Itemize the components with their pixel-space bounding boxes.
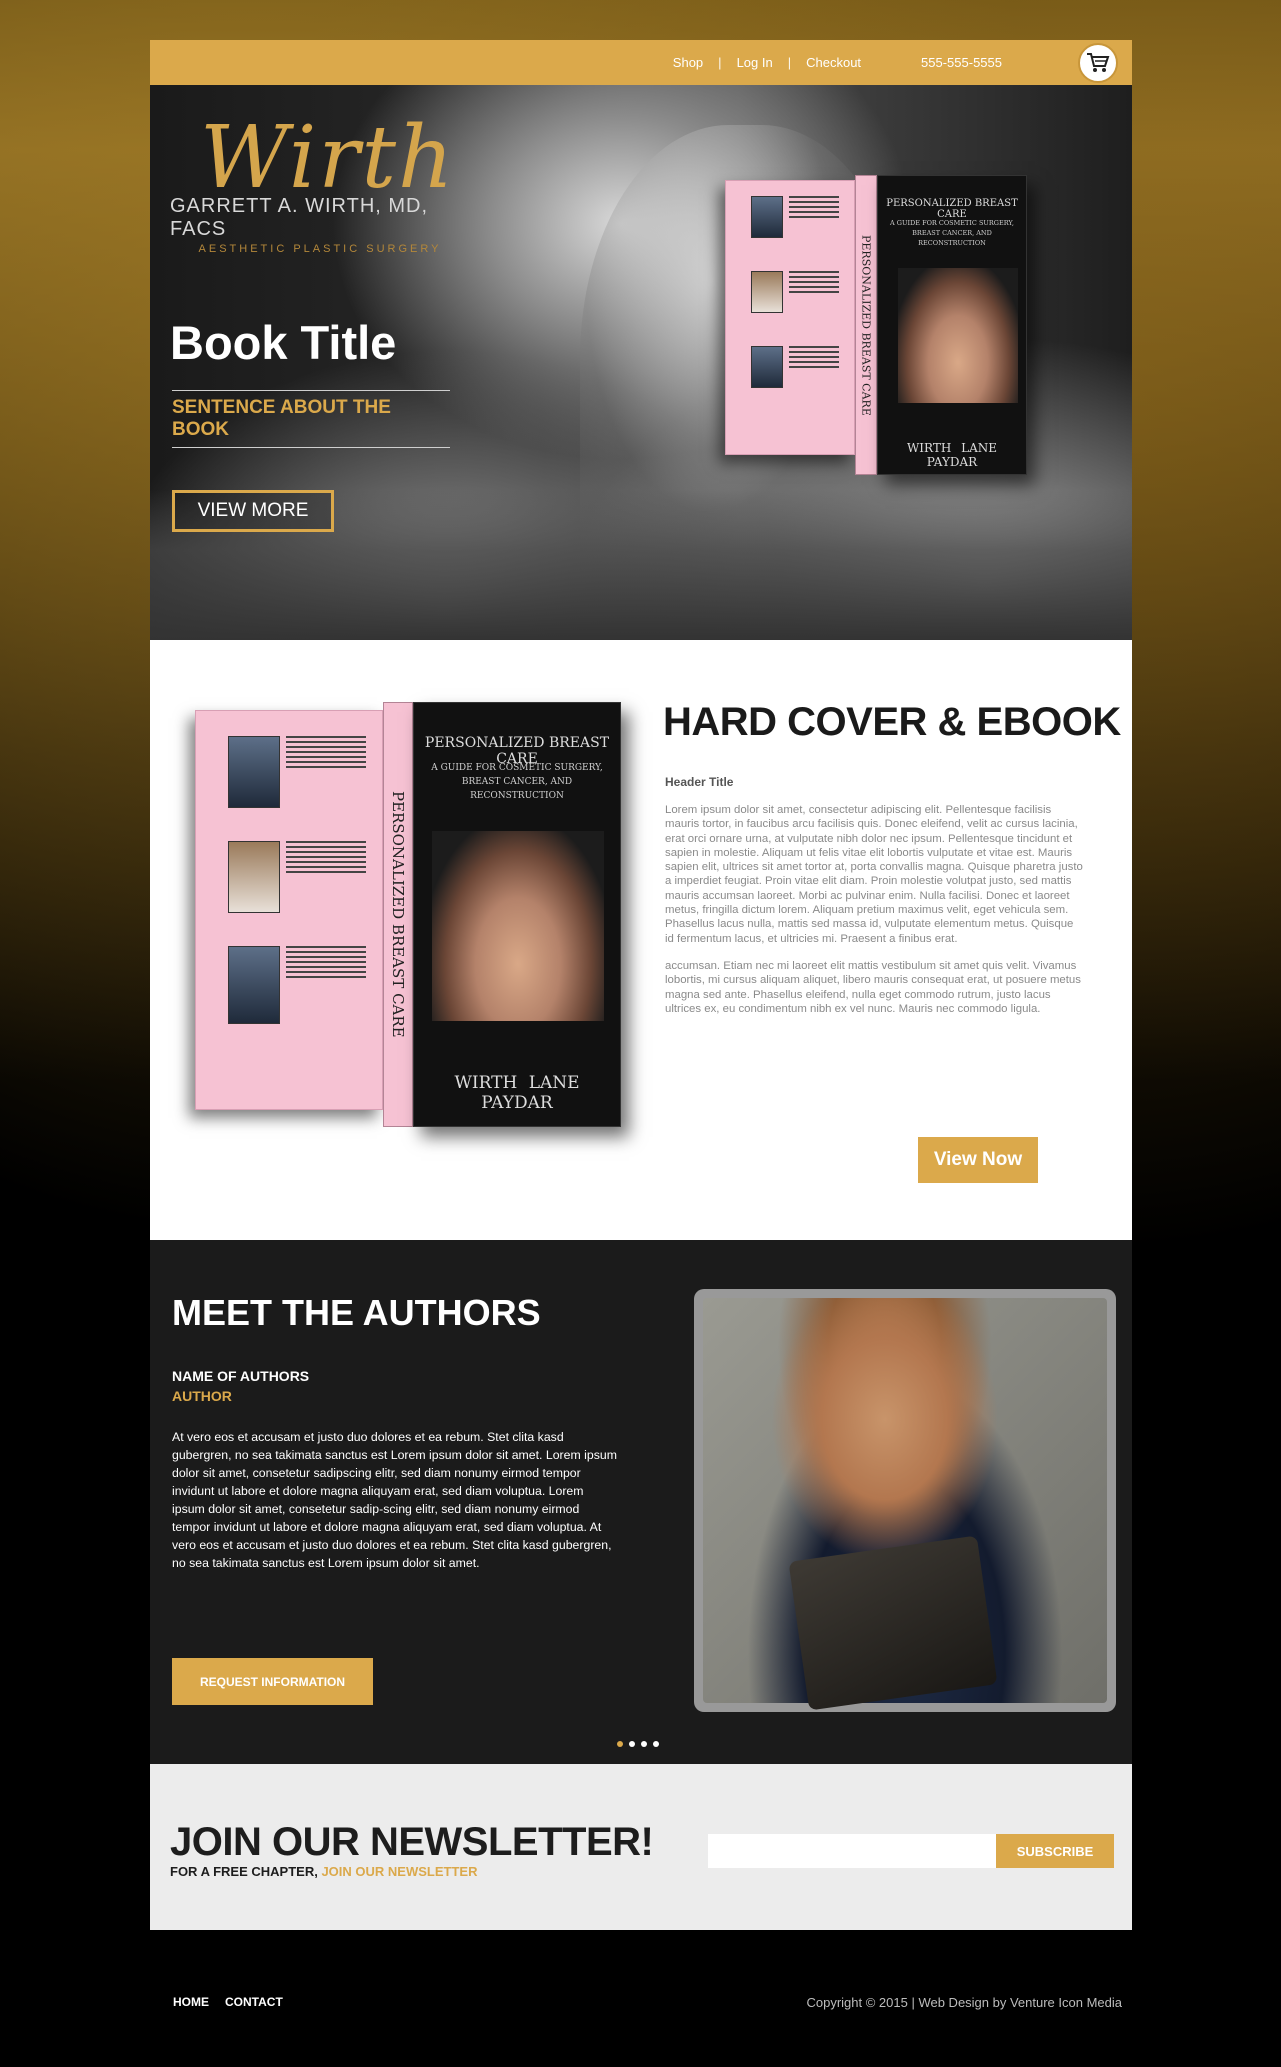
newsletter-title: JOIN OUR NEWSLETTER!	[170, 1820, 654, 1864]
footer: HOME CONTACT Copyright © 2015 | Web Desi…	[150, 1990, 1132, 2014]
top-nav: Shop | Log In | Checkout	[673, 55, 861, 70]
book-cover-authors: WIRTH LANE PAYDAR	[906, 441, 998, 469]
footer-home-link[interactable]: HOME	[173, 1995, 209, 2009]
book-spine: PERSONALIZED BREAST CARE	[383, 702, 413, 1127]
author-bio	[228, 946, 366, 1024]
newsletter-email-input[interactable]	[708, 1834, 996, 1868]
carousel-dot[interactable]	[653, 1741, 659, 1747]
shopping-cart-icon	[1087, 53, 1110, 72]
subscribe-button[interactable]: SUBSCRIBE	[996, 1834, 1114, 1868]
newsletter-sub-prefix: FOR A FREE CHAPTER,	[170, 1864, 318, 1879]
view-now-button[interactable]: View Now	[918, 1137, 1038, 1183]
view-more-button[interactable]: VIEW MORE	[172, 490, 334, 532]
hardcover-paragraph: accumsan. Etiam nec mi laoreet elit matt…	[665, 959, 1081, 1015]
carousel-dot[interactable]	[641, 1741, 647, 1747]
author-bio	[228, 841, 366, 913]
book-cover: PERSONALIZED BREAST CARE A GUIDE FOR COS…	[413, 702, 621, 1127]
carousel-dots	[617, 1741, 659, 1747]
hardcover-body: Lorem ipsum dolor sit amet, consectetur …	[665, 803, 1083, 1016]
author-bio	[751, 271, 839, 313]
copyright-text: Copyright © 2015 | Web Design by Venture…	[806, 1995, 1122, 2010]
footer-nav: HOME CONTACT	[173, 1995, 283, 2009]
carousel-dot[interactable]	[629, 1741, 635, 1747]
author-bio	[751, 346, 839, 388]
top-bar: Shop | Log In | Checkout 555-555-5555	[150, 40, 1132, 85]
book-spine-title: PERSONALIZED BREAST CARE	[389, 791, 407, 1038]
authors-photo-book	[788, 1535, 998, 1711]
authors-role: AUTHOR	[172, 1388, 232, 1404]
author-photo	[751, 346, 783, 388]
page-container: Shop | Log In | Checkout 555-555-5555 Wi…	[150, 40, 1132, 1930]
cart-button[interactable]	[1078, 43, 1118, 83]
hero-book-title: Book Title	[170, 316, 397, 369]
request-information-button[interactable]: REQUEST INFORMATION	[172, 1658, 373, 1705]
book-cover-subtitle: A GUIDE FOR COSMETIC SURGERY, BREAST CAN…	[431, 763, 603, 801]
phone-number[interactable]: 555-555-5555	[921, 55, 1002, 70]
logo-name: GARRETT A. WIRTH, MD, FACS	[170, 195, 429, 240]
book-cover-image	[898, 268, 1018, 403]
hardcover-paragraph: Lorem ipsum dolor sit amet, consectetur …	[665, 804, 1083, 945]
author-photo	[751, 196, 783, 238]
authors-section: MEET THE AUTHORS NAME OF AUTHORS AUTHOR …	[150, 1240, 1132, 1764]
book-cover-subtitle: A GUIDE FOR COSMETIC SURGERY, BREAST CAN…	[890, 219, 1014, 247]
hero-book-image: PERSONALIZED BREAST CARE PERSONALIZED BR…	[725, 175, 1027, 475]
authors-photo-frame	[694, 1289, 1116, 1712]
newsletter-section: JOIN OUR NEWSLETTER! FOR A FREE CHAPTER,…	[150, 1764, 1132, 1930]
newsletter-sub-link[interactable]: JOIN OUR NEWSLETTER	[321, 1864, 477, 1879]
nav-separator: |	[718, 55, 722, 70]
hardcover-book-image: PERSONALIZED BREAST CARE PERSONALIZED BR…	[190, 702, 630, 1132]
brand-logo[interactable]: Wirth GARRETT A. WIRTH, MD, FACS AESTHET…	[170, 115, 470, 255]
book-inner-page	[195, 710, 383, 1110]
book-spine: PERSONALIZED BREAST CARE	[855, 175, 877, 475]
author-photo	[228, 946, 280, 1024]
hero-book-sentence: SENTENCE ABOUT THE BOOK	[172, 390, 450, 448]
logo-script: Wirth	[200, 108, 456, 208]
hero-banner: Wirth GARRETT A. WIRTH, MD, FACS AESTHET…	[150, 85, 1132, 640]
author-photo	[751, 271, 783, 313]
authors-photo	[703, 1298, 1107, 1711]
carousel-dot[interactable]	[617, 1741, 623, 1747]
book-inner-page	[725, 180, 855, 455]
book-spine-title: PERSONALIZED BREAST CARE	[859, 234, 873, 416]
book-cover-title: PERSONALIZED BREAST CARE	[886, 198, 1018, 220]
nav-shop[interactable]: Shop	[673, 55, 703, 70]
author-photo	[228, 736, 280, 808]
author-bio	[751, 196, 839, 238]
authors-title: MEET THE AUTHORS	[172, 1292, 541, 1333]
book-cover-image	[432, 831, 604, 1021]
book-cover-authors: WIRTH LANE PAYDAR	[454, 1073, 580, 1113]
nav-checkout[interactable]: Checkout	[806, 55, 861, 70]
hardcover-title: HARD COVER & EBOOK	[663, 700, 1121, 744]
nav-login[interactable]: Log In	[737, 55, 773, 70]
newsletter-subtitle: FOR A FREE CHAPTER, JOIN OUR NEWSLETTER	[170, 1864, 477, 1879]
hardcover-subhead: Header Title	[665, 775, 734, 789]
authors-body: At vero eos et accusam et justo duo dolo…	[172, 1430, 617, 1570]
nav-separator: |	[787, 55, 792, 70]
book-cover: PERSONALIZED BREAST CARE A GUIDE FOR COS…	[877, 175, 1027, 475]
hardcover-section: PERSONALIZED BREAST CARE PERSONALIZED BR…	[150, 640, 1132, 1240]
author-photo	[228, 841, 280, 913]
authors-name: NAME OF AUTHORS	[172, 1368, 310, 1384]
logo-tagline: AESTHETIC PLASTIC SURGERY	[198, 243, 442, 255]
author-bio	[228, 736, 366, 808]
footer-contact-link[interactable]: CONTACT	[225, 1995, 283, 2009]
